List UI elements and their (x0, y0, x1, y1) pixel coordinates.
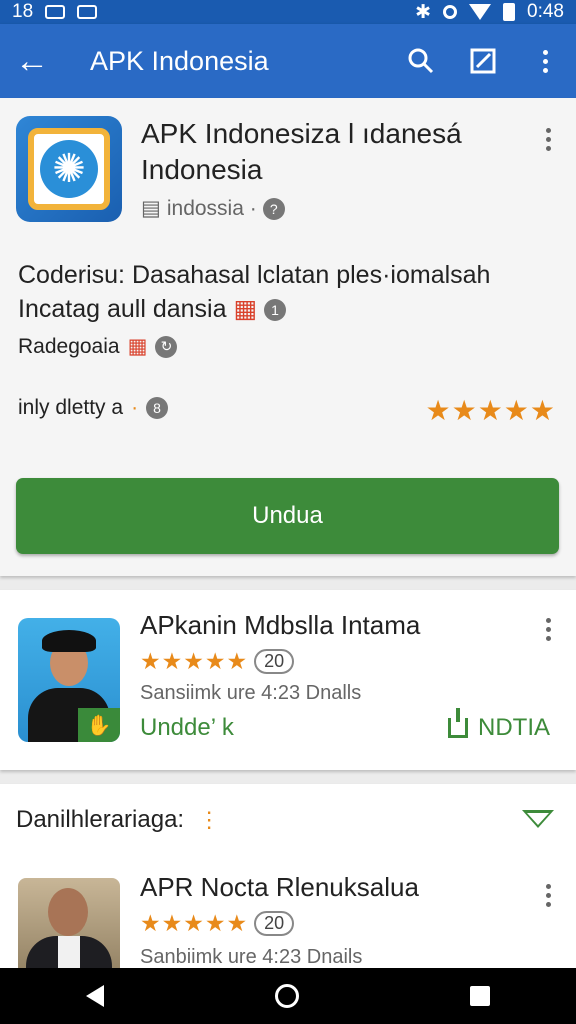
status-time: 0:48 (527, 1, 564, 22)
section-item-more-icon[interactable] (537, 884, 559, 907)
sub-row: Radegoaia ▦ ↻ (18, 334, 178, 359)
section-item-meta: Sanbiimk ure 4:23 Dnails (140, 946, 363, 968)
app-description: Coderisu: Dasahasal lclatan ples·iomalsa… (18, 258, 558, 326)
edit-icon (470, 48, 496, 74)
developer-row[interactable]: ▤ indossia · ? (141, 196, 285, 221)
recommended-more-icon[interactable] (537, 618, 559, 641)
notification-icon (45, 5, 66, 19)
recommended-meta: Sansiimk ure 4:23 Dnalls (140, 682, 362, 704)
app-bar: ← APK Indonesia (0, 24, 576, 98)
share-label: NDTIA (478, 714, 550, 741)
recommended-share-link[interactable]: NDTIA (448, 708, 550, 742)
recommended-card[interactable]: ✋ APkanin Mdbslla Intama ★★★★★ 20 Sansii… (0, 590, 576, 770)
search-button[interactable] (390, 24, 452, 98)
nav-home-icon[interactable] (274, 984, 299, 1008)
status-left: 18 (12, 1, 98, 23)
rating-stars: ★★★★★ (425, 394, 556, 427)
meta-row: inly dletty a · 8 (18, 396, 169, 420)
section-dots: ⋮ (198, 807, 221, 832)
hand-icon: ✋ (78, 708, 120, 742)
meta-text: inly dletty a (18, 396, 124, 419)
wifi-icon (469, 4, 492, 20)
gift-icon: ▦ (127, 335, 148, 358)
section-title: Danilhlerariaga: (16, 806, 185, 833)
app-bar-title: APK Indonesia (90, 45, 269, 76)
section-header: Danilhlerariaga: ⋮ (16, 806, 220, 834)
chevron-down-icon[interactable] (522, 810, 554, 828)
developer-name: indossia · (166, 196, 257, 220)
section-item-title[interactable]: APR Nocta Rlenuksalua (140, 872, 419, 903)
star-rating-text: ★★★★★ (140, 648, 249, 674)
app-more-icon[interactable] (537, 128, 559, 151)
arrow-left-icon: ← (15, 41, 49, 80)
battery-icon (503, 3, 516, 21)
status-left-text: 18 (12, 1, 34, 22)
app-title: APK Indonesiza l ıdanesá Indonesia (141, 118, 462, 185)
edit-button[interactable] (452, 24, 514, 98)
notification-icon (77, 5, 98, 19)
meta-dot: · (131, 396, 139, 419)
app-icon: ✺ (16, 116, 122, 222)
bluetooth-icon: ✱ (415, 1, 432, 23)
rating-count: 20 (254, 911, 295, 936)
navigation-bar (0, 968, 576, 1024)
recommended-install-link[interactable]: Undde’ k (140, 714, 234, 742)
recommended-app-icon: ✋ (18, 618, 120, 742)
recommended-rating: ★★★★★ 20 (140, 648, 295, 675)
back-button[interactable]: ← (0, 24, 64, 98)
app-detail-card: ✺ APK Indonesiza l ıdanesá Indonesia ▤ i… (0, 98, 576, 576)
install-button[interactable]: Undua (16, 478, 559, 554)
description-badge-icon: 1 (264, 299, 287, 322)
status-right: ✱ 0:48 (415, 1, 564, 24)
nav-back-icon[interactable] (85, 985, 104, 1007)
more-button[interactable] (514, 24, 576, 98)
status-bar: 18 ✱ 0:48 (0, 0, 576, 24)
rating-count: 20 (254, 649, 295, 674)
share-icon (448, 708, 468, 738)
gift-icon: ▦ (233, 295, 258, 323)
developer-badge-icon: ? (262, 197, 285, 220)
refresh-icon: ↻ (155, 335, 178, 358)
more-vert-icon (534, 49, 556, 73)
star-rating-text: ★★★★★ (425, 395, 556, 426)
nav-recents-icon[interactable] (470, 986, 491, 1006)
section-item-rating: ★★★★★ 20 (140, 910, 295, 937)
sub-text: Radegoaia (18, 334, 120, 358)
meta-badge-icon: 8 (146, 397, 169, 419)
recommended-title: APkanin Mdbslla Intama (140, 610, 421, 640)
star-rating-text: ★★★★★ (140, 910, 249, 936)
compass-icon: ✺ (40, 140, 98, 198)
search-icon (408, 48, 434, 74)
alarm-icon (443, 5, 458, 19)
developer-logo-icon: ▤ (141, 197, 161, 220)
